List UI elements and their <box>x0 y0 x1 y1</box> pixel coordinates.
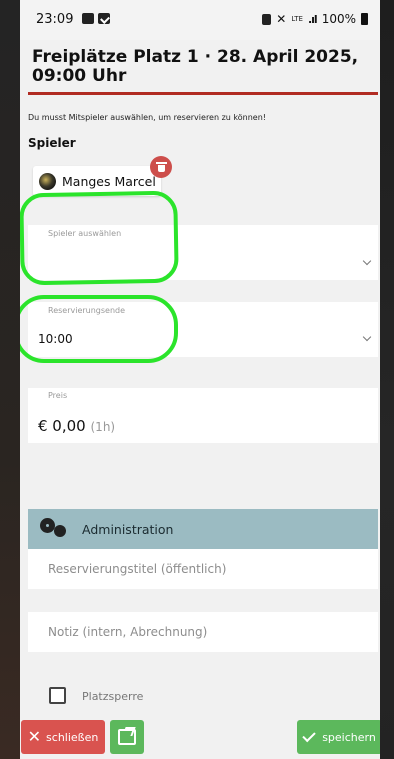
battery-icon <box>361 13 368 25</box>
share-icon <box>118 729 136 745</box>
note-input[interactable]: Notiz (intern, Abrechnung) <box>28 612 378 652</box>
reservation-title-placeholder: Reservierungstitel (öffentlich) <box>48 562 227 576</box>
price-label: Preis <box>48 391 68 400</box>
save-button[interactable]: speichern <box>297 720 380 754</box>
price-field: Preis € 0,00 (1h) <box>28 388 378 443</box>
title-divider <box>28 92 378 95</box>
trash-icon <box>155 162 167 172</box>
background-left <box>0 0 20 759</box>
court-lock-label: Platzsperre <box>82 690 144 703</box>
status-time: 23:09 <box>36 12 74 27</box>
lock-icon <box>262 13 272 25</box>
price-value: € 0,00 (1h) <box>38 417 115 435</box>
signal-icon: .ıl <box>307 12 318 26</box>
close-button[interactable]: ✕ schließen <box>21 720 105 754</box>
network-type: LTE <box>291 14 303 23</box>
court-lock-row: Platzsperre <box>28 678 378 709</box>
mute-icon: ✕ <box>276 12 287 26</box>
gallery-notification-icon <box>82 13 94 24</box>
checkbox-notification-icon <box>98 13 110 24</box>
players-label: Spieler <box>28 136 76 150</box>
price-amount: € 0,00 <box>38 417 86 435</box>
chevron-down-icon <box>362 256 372 266</box>
note-placeholder: Notiz (intern, Abrechnung) <box>48 625 208 639</box>
close-icon: ✕ <box>27 727 42 746</box>
avatar <box>39 172 56 190</box>
administration-title: Administration <box>82 521 174 537</box>
save-label: speichern <box>322 730 376 744</box>
remove-player-button[interactable] <box>150 156 172 178</box>
status-right: ✕ LTE .ıl 100% <box>262 12 368 26</box>
gears-icon <box>42 519 70 539</box>
administration-header[interactable]: Administration <box>28 509 378 549</box>
warning-text: Du musst Mitspieler auswählen, um reserv… <box>28 113 266 122</box>
price-duration: (1h) <box>90 420 116 434</box>
court-lock-checkbox[interactable] <box>49 687 66 704</box>
chevron-down-icon <box>362 332 372 342</box>
player-name: Manges Marcel <box>62 173 156 189</box>
background-right <box>380 0 394 759</box>
battery-level: 100% <box>321 12 356 26</box>
highlight-annotation <box>20 190 179 286</box>
status-bar: 23:09 ✕ LTE .ıl 100% <box>20 0 380 40</box>
highlight-annotation <box>20 295 178 363</box>
phone-screen: 23:09 ✕ LTE .ıl 100% Freiplätze Platz 1 … <box>20 0 380 759</box>
reservation-title-input[interactable]: Reservierungstitel (öffentlich) <box>28 549 378 589</box>
page-title: Freiplätze Platz 1 · 28. April 2025, 09:… <box>32 47 359 86</box>
footer-bar: ✕ schließen speichern <box>20 709 380 759</box>
check-icon <box>302 728 316 742</box>
close-label: schließen <box>46 730 99 744</box>
share-button[interactable] <box>110 720 144 754</box>
